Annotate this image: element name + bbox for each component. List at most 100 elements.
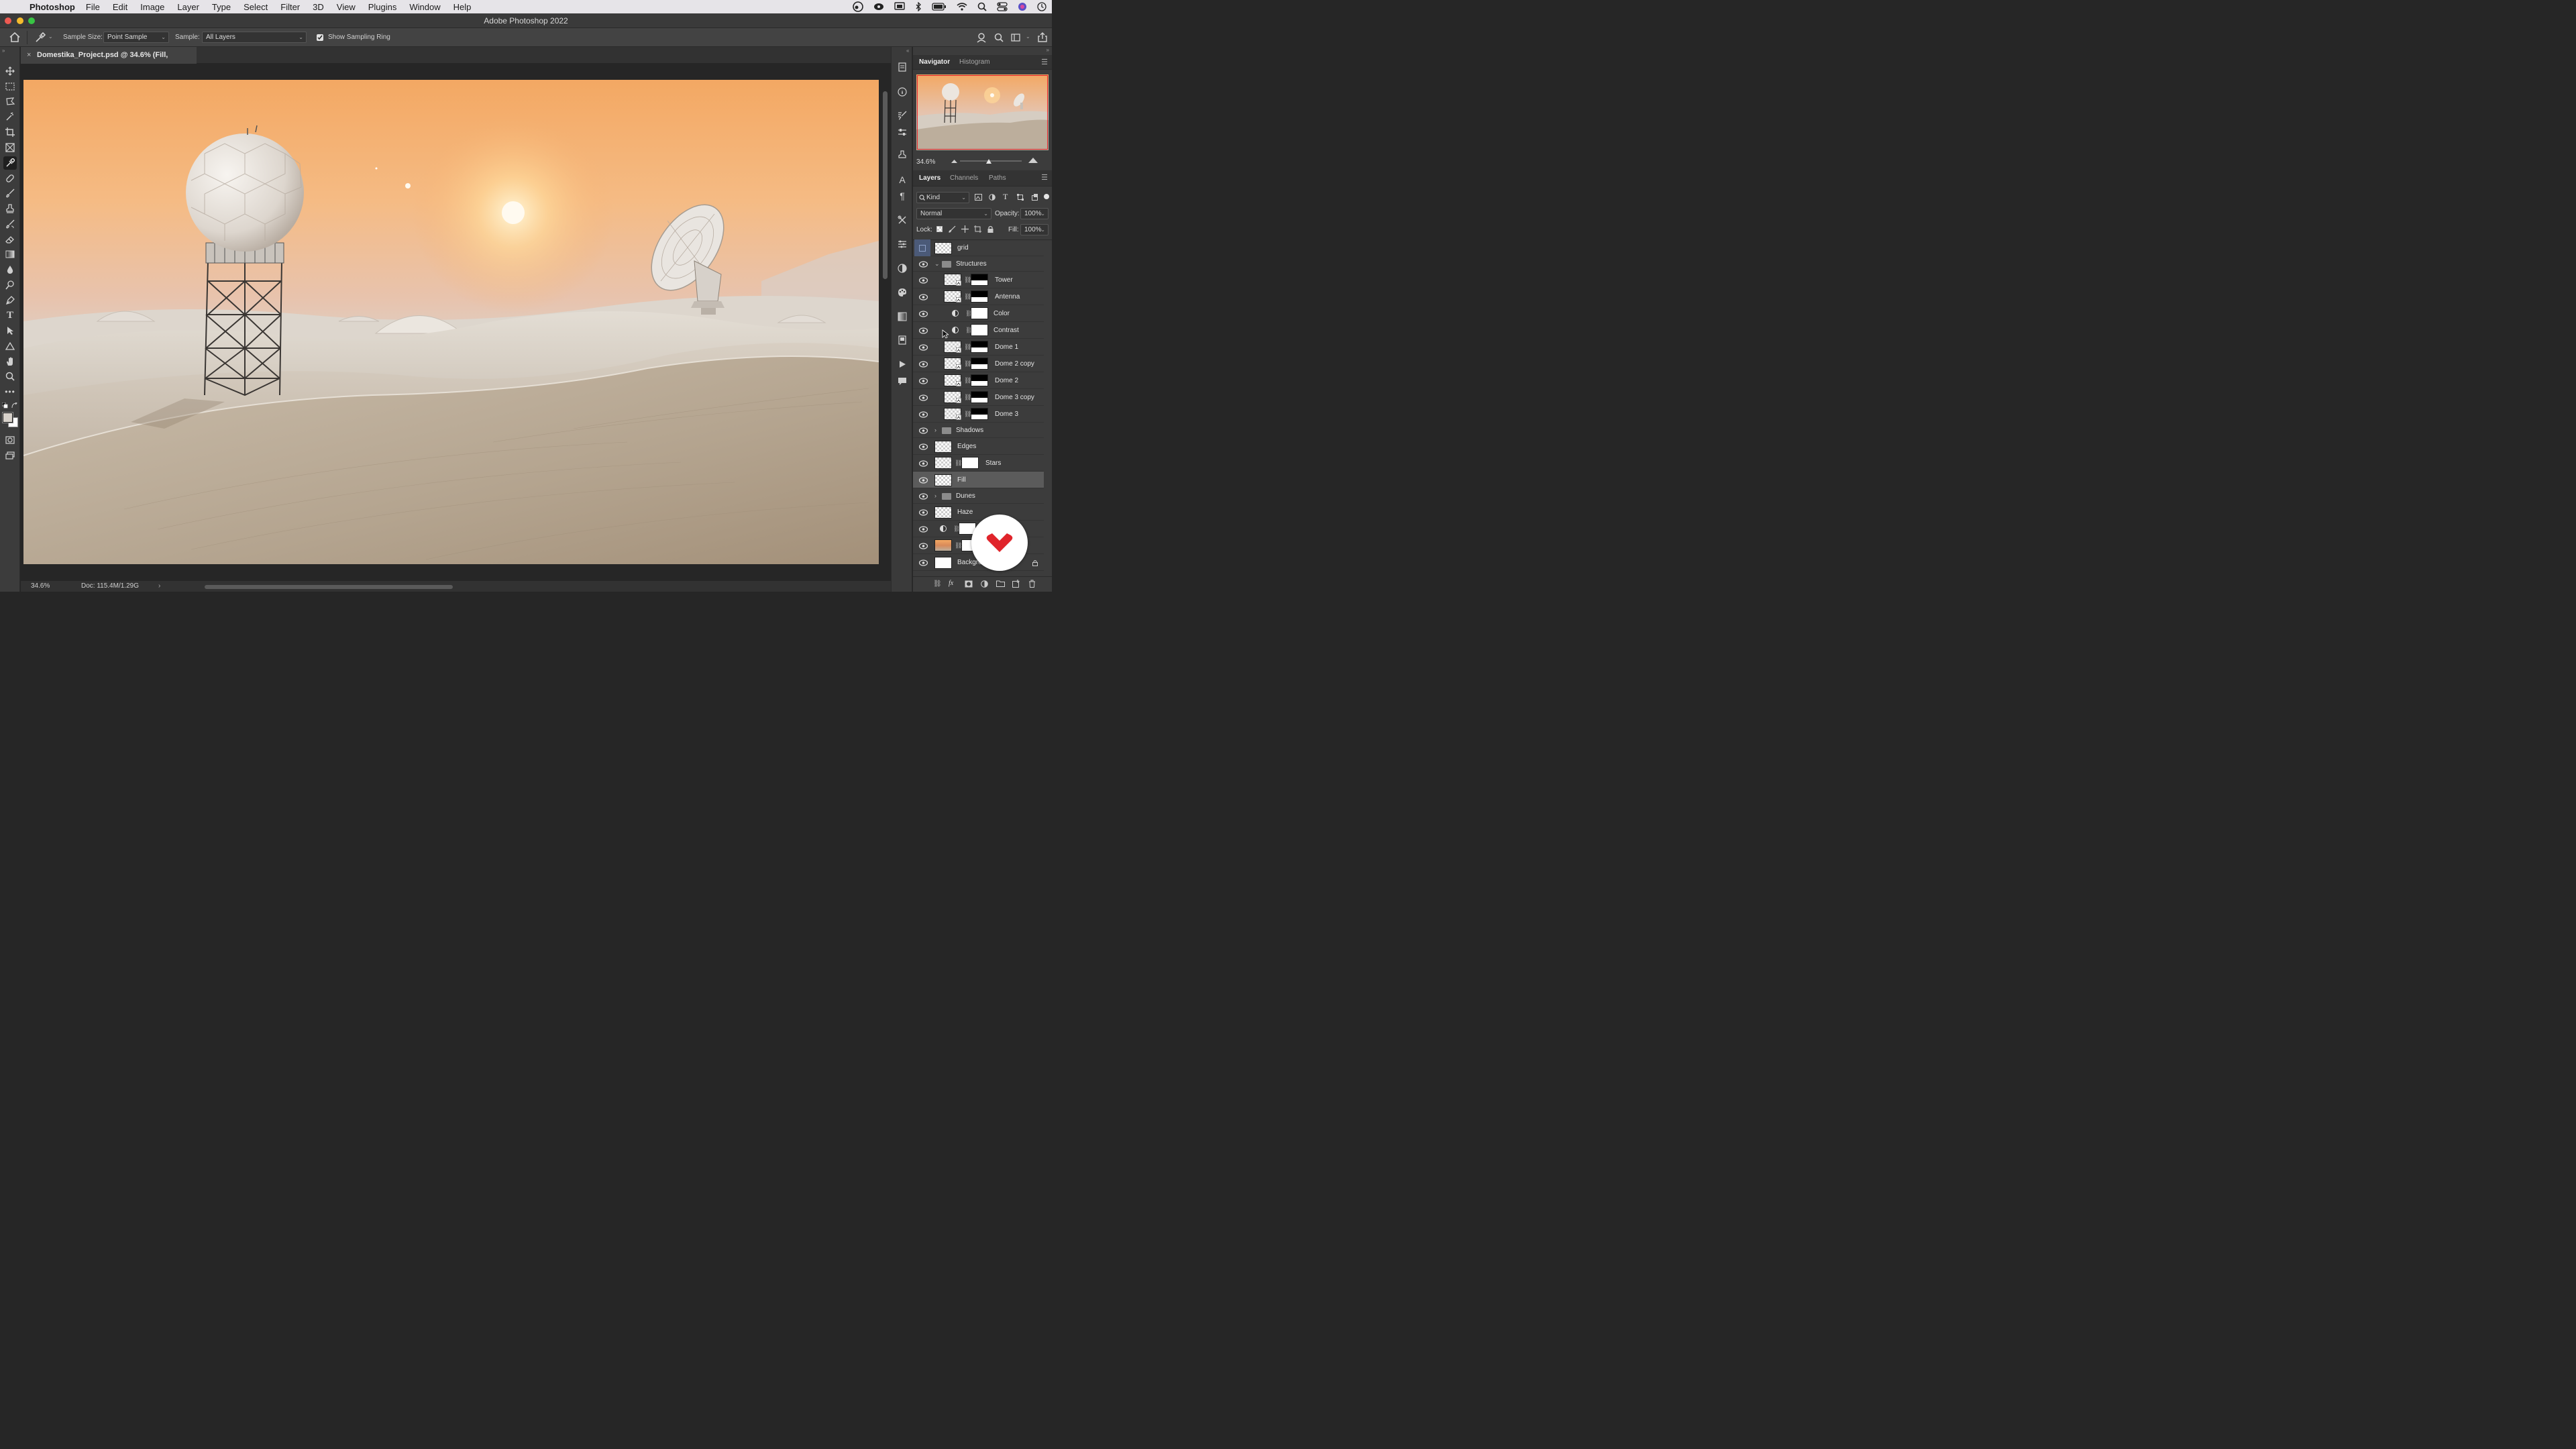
layer-row[interactable]: › Shadows: [913, 423, 1044, 438]
filter-type-icon[interactable]: T: [1003, 192, 1008, 202]
layer-thumbnail[interactable]: [934, 474, 952, 486]
visibility-eye-icon[interactable]: [919, 476, 928, 484]
type-tool-icon[interactable]: T: [3, 309, 17, 322]
share-export-icon[interactable]: [1038, 32, 1047, 42]
tab-navigator[interactable]: Navigator: [919, 55, 950, 70]
zoom-out-mountain-icon[interactable]: [951, 159, 957, 163]
visibility-eye-icon[interactable]: [919, 443, 928, 450]
layer-mask-thumbnail[interactable]: [971, 358, 988, 370]
blend-mode-select[interactable]: Normal ⌄: [916, 208, 991, 219]
visibility-eye-icon[interactable]: [919, 525, 928, 533]
layer-mask-thumbnail[interactable]: [971, 341, 988, 353]
blur-tool-icon[interactable]: [3, 263, 17, 276]
hand-tool-icon[interactable]: [3, 355, 17, 368]
path-selection-tool-icon[interactable]: [3, 324, 17, 337]
clock-icon[interactable]: [1037, 2, 1046, 11]
lock-all-icon[interactable]: [987, 225, 994, 233]
menu-plugins[interactable]: Plugins: [368, 2, 397, 12]
sample-size-select[interactable]: Point Sample ⌄: [103, 32, 169, 43]
layers-panel-menu-icon[interactable]: ☰: [1041, 173, 1048, 182]
visibility-eye-icon[interactable]: [919, 260, 928, 268]
vertical-scroll-thumb[interactable]: [883, 91, 888, 279]
workspace-chevron-icon[interactable]: ⌄: [1026, 34, 1030, 40]
layer-thumbnail[interactable]: [934, 457, 952, 469]
layer-mask-thumbnail[interactable]: [971, 307, 988, 319]
preset-chevron-icon[interactable]: ⌄: [48, 34, 53, 40]
canvas-area[interactable]: [21, 64, 891, 581]
filter-toggle-switch[interactable]: [1044, 194, 1049, 199]
menu-view[interactable]: View: [337, 2, 356, 12]
layer-row[interactable]: ⌄ Structures: [913, 256, 1044, 272]
swap-colors-icon[interactable]: [11, 402, 17, 409]
filter-pixel-icon[interactable]: [975, 194, 982, 201]
battery-icon[interactable]: [932, 3, 947, 11]
new-adjustment-layer-icon[interactable]: [981, 580, 988, 588]
layer-mask-thumbnail[interactable]: [971, 408, 988, 420]
fx-effects-icon[interactable]: fx: [949, 580, 953, 587]
lasso-tool-icon[interactable]: [3, 95, 17, 108]
visibility-eye-icon[interactable]: [919, 460, 928, 467]
visibility-eye-icon[interactable]: [919, 394, 928, 401]
window-close-button[interactable]: [5, 17, 11, 24]
history-brush-tool-icon[interactable]: [3, 217, 17, 231]
tab-layers[interactable]: Layers: [919, 170, 941, 186]
marquee-tool-icon[interactable]: [3, 80, 17, 93]
document-tab[interactable]: × Domestika_Project.psd @ 34.6% (Fill, R…: [21, 47, 197, 76]
layer-thumbnail[interactable]: [934, 440, 952, 453]
quick-selection-tool-icon[interactable]: [3, 110, 17, 123]
healing-brush-tool-icon[interactable]: [3, 172, 17, 185]
layer-mask-thumbnail[interactable]: [971, 374, 988, 386]
layer-row[interactable]: Edges: [913, 438, 1044, 455]
visibility-eye-icon[interactable]: [919, 327, 928, 334]
gradient-tool-icon[interactable]: [3, 248, 17, 261]
visibility-eye-icon[interactable]: [919, 343, 928, 351]
menu-image[interactable]: Image: [140, 2, 164, 12]
layer-thumbnail[interactable]: [934, 556, 952, 569]
foreground-color-swatch[interactable]: [3, 413, 13, 423]
more-tools-icon[interactable]: •••: [3, 385, 17, 398]
workspace-layout-icon[interactable]: [1011, 34, 1020, 42]
show-sampling-ring-checkbox[interactable]: [317, 34, 323, 41]
search-icon[interactable]: [994, 33, 1004, 42]
menu-layer[interactable]: Layer: [177, 2, 199, 12]
spotlight-search-icon[interactable]: [977, 2, 987, 11]
layer-thumbnail[interactable]: [934, 539, 952, 551]
dodge-tool-icon[interactable]: [3, 278, 17, 292]
layer-thumbnail[interactable]: [934, 506, 952, 519]
collapse-group-chevron-icon[interactable]: ⌄: [934, 256, 940, 272]
document-canvas[interactable]: [23, 80, 879, 564]
layer-mask-thumbnail[interactable]: [961, 457, 979, 469]
visibility-eye-icon[interactable]: [919, 411, 928, 418]
layer-row[interactable]: ⛓ Dome 2 copy: [913, 356, 1044, 372]
visibility-eye-icon[interactable]: [919, 427, 928, 434]
menu-3d[interactable]: 3D: [313, 2, 324, 12]
vertical-scrollbar[interactable]: [880, 64, 891, 581]
visibility-eye-icon[interactable]: [919, 377, 928, 384]
wifi-icon[interactable]: [957, 3, 967, 11]
layer-row[interactable]: ⛓ Stars: [913, 455, 1044, 472]
libraries-panel-icon[interactable]: [896, 333, 909, 347]
eraser-tool-icon[interactable]: [3, 233, 17, 246]
tool-presets-icon[interactable]: [896, 213, 909, 227]
new-group-folder-icon[interactable]: [996, 580, 1005, 587]
layer-mask-thumbnail[interactable]: [971, 324, 988, 336]
layer-row[interactable]: grid: [913, 239, 1044, 256]
home-icon[interactable]: [9, 32, 20, 42]
menu-type[interactable]: Type: [212, 2, 231, 12]
pen-tool-icon[interactable]: [3, 294, 17, 307]
info-panel-icon[interactable]: [896, 85, 909, 99]
navigator-preview[interactable]: [916, 74, 1049, 150]
menu-help[interactable]: Help: [453, 2, 472, 12]
expand-group-chevron-icon[interactable]: ›: [934, 423, 936, 438]
link-layers-icon[interactable]: ⛓: [933, 580, 942, 588]
navigator-zoom-slider-thumb[interactable]: [986, 159, 991, 164]
layer-row[interactable]: Haze: [913, 504, 1044, 521]
menu-edit[interactable]: Edit: [113, 2, 127, 12]
filter-adjustment-icon[interactable]: [989, 194, 996, 201]
eyedropper-preset-icon[interactable]: [35, 32, 46, 43]
zoom-in-mountain-icon[interactable]: [1028, 158, 1038, 163]
control-center-icon[interactable]: [997, 2, 1008, 11]
tab-histogram[interactable]: Histogram: [959, 55, 990, 70]
default-colors-icon[interactable]: [2, 402, 8, 409]
layer-row[interactable]: ⛓ Contrast: [913, 322, 1044, 339]
